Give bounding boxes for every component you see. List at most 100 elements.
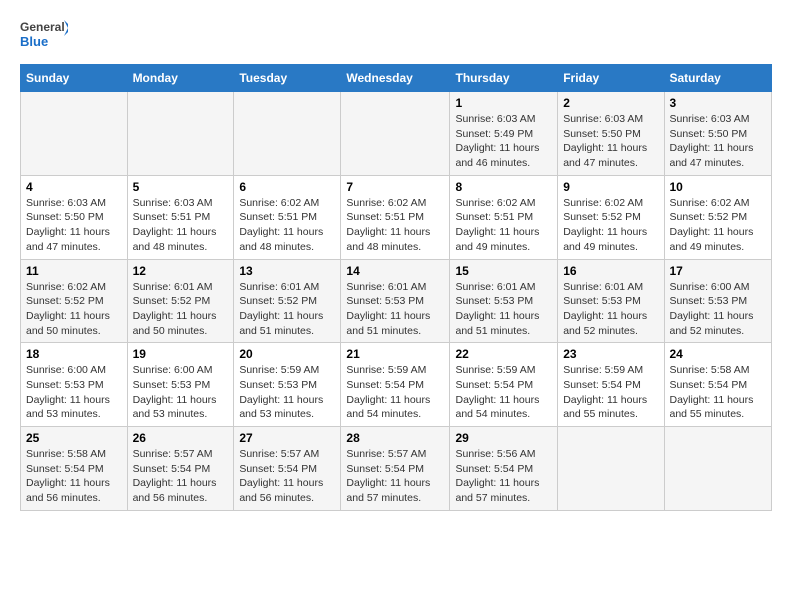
calendar-cell: 9 Sunrise: 6:02 AMSunset: 5:52 PMDaylight… <box>558 175 664 259</box>
day-number: 18 <box>26 347 122 361</box>
day-detail: Sunrise: 5:59 AMSunset: 5:54 PMDaylight:… <box>455 363 552 422</box>
calendar-table: SundayMondayTuesdayWednesdayThursdayFrid… <box>20 64 772 511</box>
day-detail: Sunrise: 6:03 AMSunset: 5:51 PMDaylight:… <box>133 196 229 255</box>
day-detail: Sunrise: 6:01 AMSunset: 5:53 PMDaylight:… <box>346 280 444 339</box>
day-header-tuesday: Tuesday <box>234 65 341 92</box>
day-number: 17 <box>670 264 767 278</box>
calendar-cell <box>21 92 128 176</box>
calendar-cell <box>127 92 234 176</box>
calendar-week-2: 4 Sunrise: 6:03 AMSunset: 5:50 PMDaylight… <box>21 175 772 259</box>
calendar-cell: 5 Sunrise: 6:03 AMSunset: 5:51 PMDaylight… <box>127 175 234 259</box>
calendar-cell <box>341 92 450 176</box>
day-number: 4 <box>26 180 122 194</box>
day-header-sunday: Sunday <box>21 65 128 92</box>
day-number: 8 <box>455 180 552 194</box>
day-number: 26 <box>133 431 229 445</box>
calendar-cell: 2 Sunrise: 6:03 AMSunset: 5:50 PMDaylight… <box>558 92 664 176</box>
calendar-cell: 25 Sunrise: 5:58 AMSunset: 5:54 PMDayligh… <box>21 427 128 511</box>
day-detail: Sunrise: 5:57 AMSunset: 5:54 PMDaylight:… <box>346 447 444 506</box>
day-detail: Sunrise: 6:02 AMSunset: 5:51 PMDaylight:… <box>455 196 552 255</box>
day-detail: Sunrise: 6:01 AMSunset: 5:53 PMDaylight:… <box>563 280 658 339</box>
day-detail: Sunrise: 5:57 AMSunset: 5:54 PMDaylight:… <box>133 447 229 506</box>
day-number: 25 <box>26 431 122 445</box>
calendar-cell: 17 Sunrise: 6:00 AMSunset: 5:53 PMDayligh… <box>664 259 772 343</box>
day-number: 21 <box>346 347 444 361</box>
day-number: 6 <box>239 180 335 194</box>
day-number: 3 <box>670 96 767 110</box>
calendar-cell: 27 Sunrise: 5:57 AMSunset: 5:54 PMDayligh… <box>234 427 341 511</box>
calendar-week-3: 11Sunrise: 6:02 AMSunset: 5:52 PMDayligh… <box>21 259 772 343</box>
calendar-cell: 19 Sunrise: 6:00 AMSunset: 5:53 PMDayligh… <box>127 343 234 427</box>
svg-text:Blue: Blue <box>20 34 48 49</box>
header-row: SundayMondayTuesdayWednesdayThursdayFrid… <box>21 65 772 92</box>
day-detail: Sunrise: 6:03 AMSunset: 5:50 PMDaylight:… <box>26 196 122 255</box>
day-number: 28 <box>346 431 444 445</box>
day-detail: Sunrise: 5:56 AMSunset: 5:54 PMDaylight:… <box>455 447 552 506</box>
day-detail: Sunrise: 6:02 AMSunset: 5:51 PMDaylight:… <box>239 196 335 255</box>
day-number: 22 <box>455 347 552 361</box>
calendar-cell: 7 Sunrise: 6:02 AMSunset: 5:51 PMDaylight… <box>341 175 450 259</box>
day-number: 19 <box>133 347 229 361</box>
calendar-cell: 10 Sunrise: 6:02 AMSunset: 5:52 PMDayligh… <box>664 175 772 259</box>
calendar-cell: 29 Sunrise: 5:56 AMSunset: 5:54 PMDayligh… <box>450 427 558 511</box>
day-detail: Sunrise: 6:02 AMSunset: 5:51 PMDaylight:… <box>346 196 444 255</box>
day-header-thursday: Thursday <box>450 65 558 92</box>
header: General Blue <box>20 16 772 56</box>
day-number: 5 <box>133 180 229 194</box>
day-number: 11 <box>26 264 122 278</box>
calendar-cell: 18 Sunrise: 6:00 AMSunset: 5:53 PMDayligh… <box>21 343 128 427</box>
calendar-cell: 20Sunrise: 5:59 AMSunset: 5:53 PMDayligh… <box>234 343 341 427</box>
day-number: 9 <box>563 180 658 194</box>
day-detail: Sunrise: 6:02 AMSunset: 5:52 PMDaylight:… <box>563 196 658 255</box>
svg-text:General: General <box>20 20 65 34</box>
calendar-cell <box>558 427 664 511</box>
calendar-cell: 26 Sunrise: 5:57 AMSunset: 5:54 PMDayligh… <box>127 427 234 511</box>
calendar-cell: 11Sunrise: 6:02 AMSunset: 5:52 PMDayligh… <box>21 259 128 343</box>
day-detail: Sunrise: 6:03 AMSunset: 5:50 PMDaylight:… <box>670 112 767 171</box>
day-number: 27 <box>239 431 335 445</box>
day-detail: Sunrise: 6:03 AMSunset: 5:49 PMDaylight:… <box>455 112 552 171</box>
day-number: 7 <box>346 180 444 194</box>
day-detail: Sunrise: 5:59 AMSunset: 5:54 PMDaylight:… <box>563 363 658 422</box>
day-number: 29 <box>455 431 552 445</box>
day-detail: Sunrise: 5:57 AMSunset: 5:54 PMDaylight:… <box>239 447 335 506</box>
calendar-cell: 14Sunrise: 6:01 AMSunset: 5:53 PMDayligh… <box>341 259 450 343</box>
calendar-week-4: 18 Sunrise: 6:00 AMSunset: 5:53 PMDayligh… <box>21 343 772 427</box>
calendar-cell: 6 Sunrise: 6:02 AMSunset: 5:51 PMDaylight… <box>234 175 341 259</box>
day-header-saturday: Saturday <box>664 65 772 92</box>
day-number: 10 <box>670 180 767 194</box>
calendar-cell <box>234 92 341 176</box>
day-number: 15 <box>455 264 552 278</box>
calendar-cell: 28 Sunrise: 5:57 AMSunset: 5:54 PMDayligh… <box>341 427 450 511</box>
day-detail: Sunrise: 6:01 AMSunset: 5:53 PMDaylight:… <box>455 280 552 339</box>
calendar-cell: 23 Sunrise: 5:59 AMSunset: 5:54 PMDayligh… <box>558 343 664 427</box>
day-detail: Sunrise: 6:02 AMSunset: 5:52 PMDaylight:… <box>670 196 767 255</box>
calendar-cell: 21Sunrise: 5:59 AMSunset: 5:54 PMDayligh… <box>341 343 450 427</box>
day-detail: Sunrise: 6:00 AMSunset: 5:53 PMDaylight:… <box>26 363 122 422</box>
day-number: 20 <box>239 347 335 361</box>
day-number: 24 <box>670 347 767 361</box>
day-number: 23 <box>563 347 658 361</box>
day-number: 12 <box>133 264 229 278</box>
day-detail: Sunrise: 5:58 AMSunset: 5:54 PMDaylight:… <box>26 447 122 506</box>
day-header-friday: Friday <box>558 65 664 92</box>
calendar-cell: 3 Sunrise: 6:03 AMSunset: 5:50 PMDaylight… <box>664 92 772 176</box>
day-detail: Sunrise: 6:03 AMSunset: 5:50 PMDaylight:… <box>563 112 658 171</box>
day-header-wednesday: Wednesday <box>341 65 450 92</box>
day-detail: Sunrise: 6:00 AMSunset: 5:53 PMDaylight:… <box>670 280 767 339</box>
day-detail: Sunrise: 6:01 AMSunset: 5:52 PMDaylight:… <box>239 280 335 339</box>
day-number: 2 <box>563 96 658 110</box>
day-detail: Sunrise: 6:01 AMSunset: 5:52 PMDaylight:… <box>133 280 229 339</box>
calendar-cell: 8 Sunrise: 6:02 AMSunset: 5:51 PMDaylight… <box>450 175 558 259</box>
logo: General Blue <box>20 16 68 56</box>
calendar-cell: 15 Sunrise: 6:01 AMSunset: 5:53 PMDayligh… <box>450 259 558 343</box>
calendar-cell: 13Sunrise: 6:01 AMSunset: 5:52 PMDayligh… <box>234 259 341 343</box>
calendar-week-1: 1Sunrise: 6:03 AMSunset: 5:49 PMDaylight… <box>21 92 772 176</box>
calendar-cell: 12 Sunrise: 6:01 AMSunset: 5:52 PMDayligh… <box>127 259 234 343</box>
day-detail: Sunrise: 6:00 AMSunset: 5:53 PMDaylight:… <box>133 363 229 422</box>
calendar-cell <box>664 427 772 511</box>
day-header-monday: Monday <box>127 65 234 92</box>
calendar-cell: 1Sunrise: 6:03 AMSunset: 5:49 PMDaylight… <box>450 92 558 176</box>
calendar-week-5: 25 Sunrise: 5:58 AMSunset: 5:54 PMDayligh… <box>21 427 772 511</box>
calendar-cell: 24Sunrise: 5:58 AMSunset: 5:54 PMDayligh… <box>664 343 772 427</box>
